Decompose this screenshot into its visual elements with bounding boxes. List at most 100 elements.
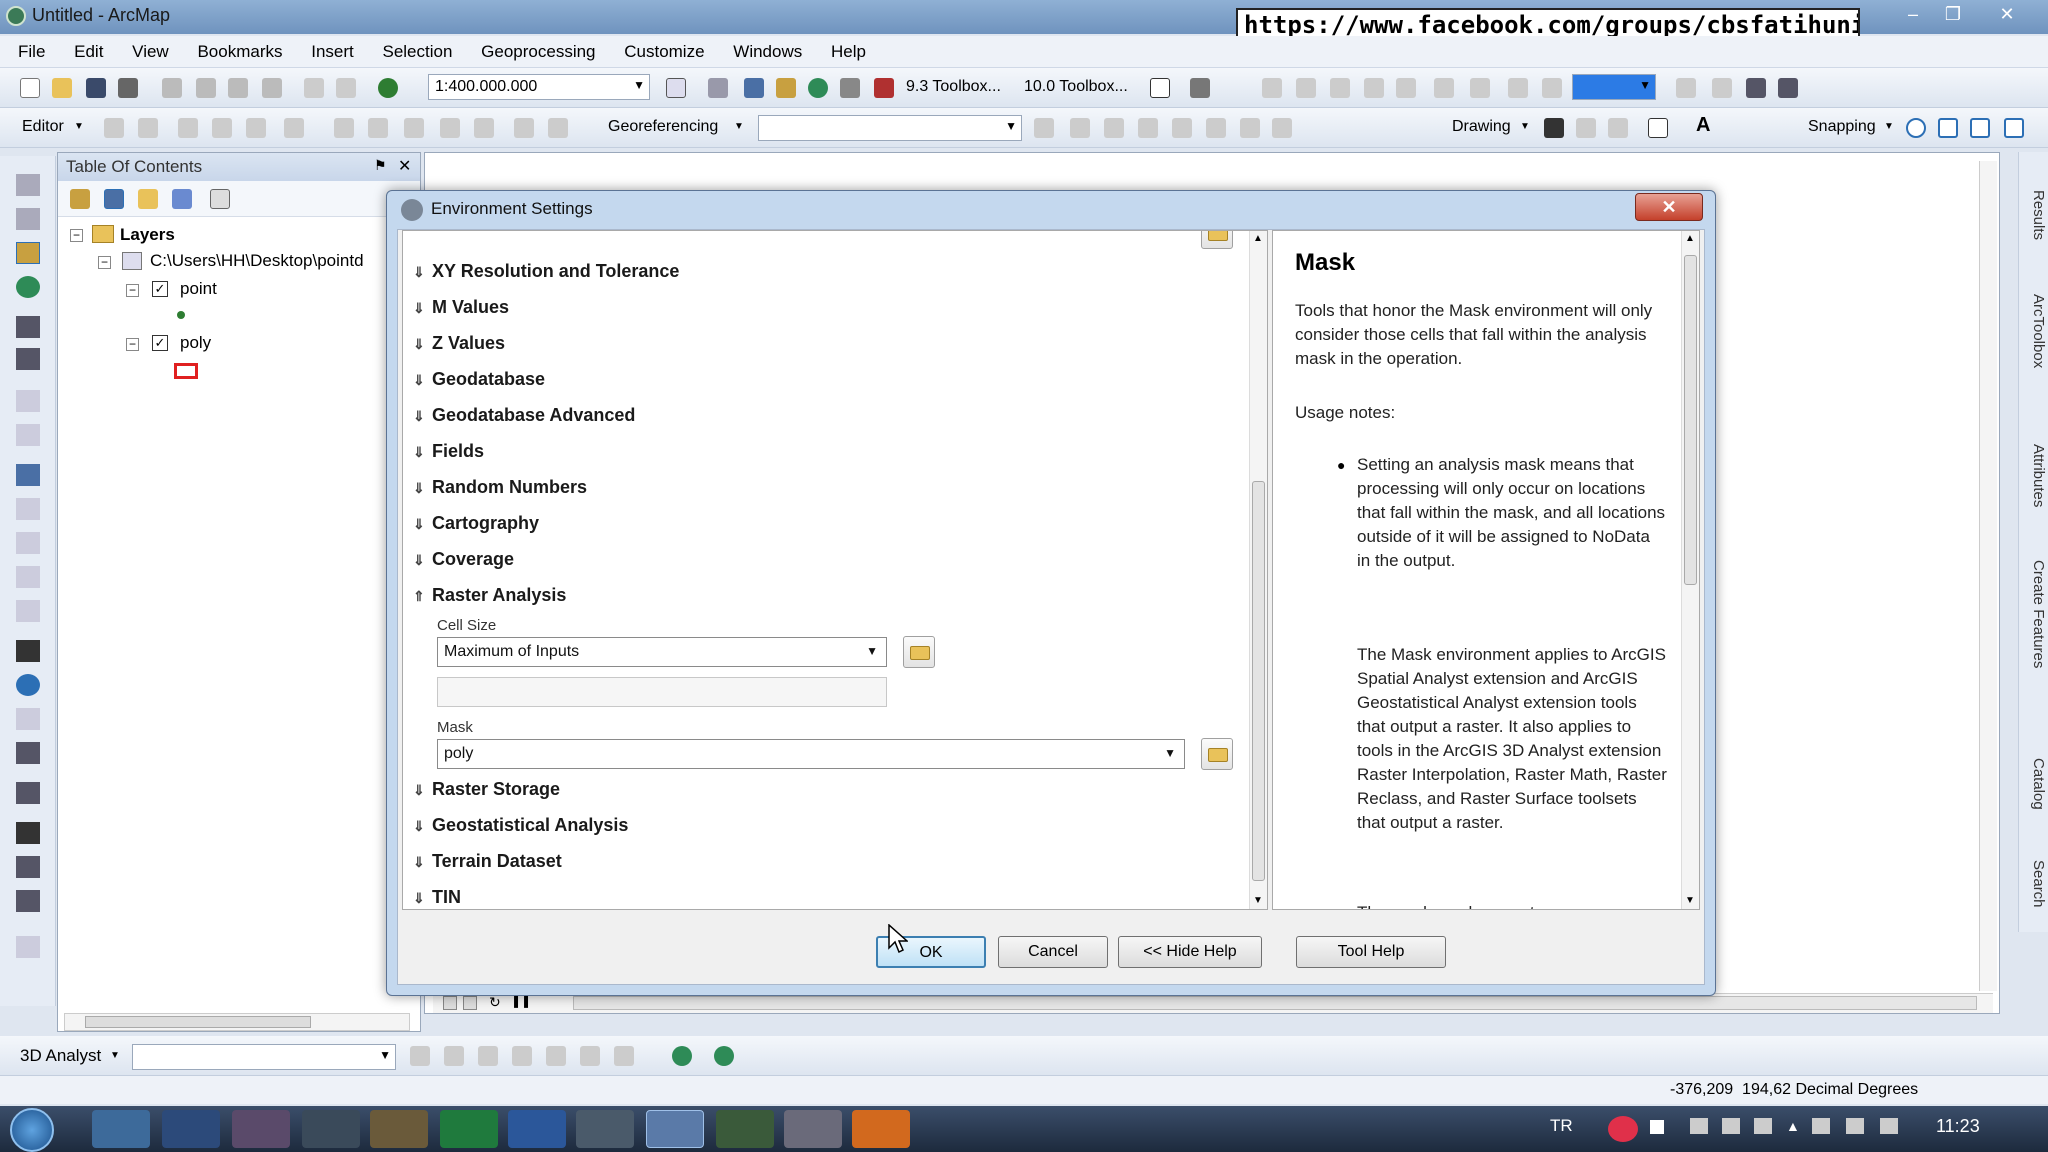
save-icon[interactable] bbox=[86, 78, 106, 98]
menu-edit[interactable]: Edit bbox=[62, 36, 115, 62]
map-icon[interactable] bbox=[1712, 78, 1732, 98]
select-elements-icon[interactable] bbox=[1544, 118, 1564, 138]
section-raster-storage[interactable]: ⇓ Raster Storage bbox=[413, 779, 560, 800]
taskbar-app-icon[interactable] bbox=[232, 1110, 290, 1148]
grid-icon[interactable] bbox=[1434, 78, 1454, 98]
go-to-xy-icon[interactable] bbox=[16, 890, 40, 912]
language-indicator[interactable]: TR bbox=[1550, 1116, 1573, 1136]
contour-icon[interactable] bbox=[410, 1046, 430, 1066]
interpolate-polygon-icon[interactable] bbox=[580, 1046, 600, 1066]
section-geostatistical-analysis[interactable]: ⇓ Geostatistical Analysis bbox=[413, 815, 628, 836]
toolbox-93-button[interactable]: 9.3 Toolbox... bbox=[906, 78, 1001, 96]
trace-icon[interactable] bbox=[246, 118, 266, 138]
tray-icon[interactable] bbox=[1690, 1118, 1708, 1134]
report-icon[interactable] bbox=[1746, 78, 1766, 98]
list-by-selection-icon[interactable] bbox=[172, 189, 192, 209]
arcscene-icon[interactable] bbox=[672, 1046, 692, 1066]
add-data-icon[interactable] bbox=[378, 78, 398, 98]
view-link-table-icon[interactable] bbox=[1272, 118, 1292, 138]
color-picker-combo[interactable]: ▼ bbox=[1572, 74, 1656, 100]
auto-adjust-icon[interactable] bbox=[1138, 118, 1158, 138]
toc-close-icon[interactable]: ✕ bbox=[398, 156, 411, 176]
section-terrain-dataset[interactable]: ⇓ Terrain Dataset bbox=[413, 851, 562, 872]
dialog-close-icon[interactable]: ✕ bbox=[1635, 193, 1703, 221]
scroll-thumb[interactable] bbox=[1684, 255, 1697, 585]
menu-insert[interactable]: Insert bbox=[299, 36, 366, 62]
menu-file[interactable]: File bbox=[0, 36, 57, 62]
point-icon[interactable] bbox=[284, 118, 304, 138]
section-fields[interactable]: ⇓ Fields bbox=[413, 441, 484, 462]
section-raster-analysis[interactable]: ⇑ Raster Analysis bbox=[413, 585, 566, 606]
data-view-icon[interactable] bbox=[1542, 78, 1562, 98]
dock-tab-attributes[interactable]: Attributes bbox=[2021, 412, 2047, 507]
section-coverage[interactable]: ⇓ Coverage bbox=[413, 549, 514, 570]
section-geodatabase[interactable]: ⇓ Geodatabase bbox=[413, 369, 545, 390]
text-tool-icon[interactable]: A bbox=[1696, 114, 1710, 137]
menu-windows[interactable]: Windows bbox=[721, 36, 814, 62]
layer-point[interactable]: point bbox=[180, 279, 217, 299]
menu-help[interactable]: Help bbox=[819, 36, 878, 62]
scroll-down-icon[interactable]: ▼ bbox=[1685, 895, 1695, 906]
cell-size-browse-icon[interactable] bbox=[903, 636, 935, 668]
go-back-icon[interactable] bbox=[16, 390, 40, 412]
menu-customize[interactable]: Customize bbox=[612, 36, 716, 62]
end-snapping-icon[interactable] bbox=[1938, 118, 1958, 138]
toc-options-icon[interactable] bbox=[210, 189, 230, 209]
tray-icon[interactable] bbox=[1754, 1118, 1772, 1134]
taskbar-app-icon[interactable] bbox=[370, 1110, 428, 1148]
volume-icon[interactable] bbox=[1880, 1118, 1898, 1134]
straight-segment-icon[interactable] bbox=[178, 118, 198, 138]
rotate-element-icon[interactable] bbox=[1576, 118, 1596, 138]
show-hidden-icons-icon[interactable]: ▲ bbox=[1786, 1118, 1800, 1134]
zoom-out-icon[interactable] bbox=[16, 208, 40, 230]
poly-symbol-icon[interactable] bbox=[174, 363, 198, 379]
print-preview-icon[interactable] bbox=[1778, 78, 1798, 98]
fixed-zoom-icon[interactable] bbox=[1396, 78, 1416, 98]
zoom-whole-page-icon[interactable] bbox=[1330, 78, 1350, 98]
list-by-drawing-order-icon[interactable] bbox=[70, 189, 90, 209]
drawing-menu[interactable]: Drawing bbox=[1452, 118, 1511, 136]
fixed-zoom-in-icon[interactable] bbox=[16, 316, 40, 338]
select-features-icon[interactable] bbox=[16, 464, 40, 486]
section-m-values[interactable]: ⇓ M Values bbox=[413, 297, 509, 318]
interpolate-line-icon[interactable] bbox=[546, 1046, 566, 1066]
add-control-points-icon[interactable] bbox=[1104, 118, 1124, 138]
select-by-graphics-icon[interactable] bbox=[16, 532, 40, 554]
tray-icon[interactable] bbox=[1722, 1118, 1740, 1134]
section-cartography[interactable]: ⇓ Cartography bbox=[413, 513, 539, 534]
find-icon[interactable] bbox=[16, 822, 40, 844]
rotate-icon[interactable] bbox=[474, 118, 494, 138]
redo-icon[interactable] bbox=[336, 78, 356, 98]
pointer-icon[interactable] bbox=[16, 640, 40, 662]
scroll-thumb[interactable] bbox=[85, 1016, 311, 1028]
split-icon[interactable] bbox=[440, 118, 460, 138]
edit-vertices-icon[interactable] bbox=[334, 118, 354, 138]
mask-browse-icon[interactable] bbox=[1201, 738, 1233, 770]
record-icon[interactable] bbox=[1608, 1116, 1638, 1142]
expander-point[interactable]: − bbox=[126, 284, 139, 297]
cell-size-value-input[interactable] bbox=[437, 677, 887, 707]
copy-icon[interactable] bbox=[196, 78, 216, 98]
scroll-track[interactable] bbox=[573, 996, 1977, 1010]
zoom-out-icon[interactable] bbox=[1296, 78, 1316, 98]
scroll-up-icon[interactable]: ▲ bbox=[1685, 233, 1695, 244]
clear-selection-icon[interactable] bbox=[16, 498, 40, 520]
toc-layers-root[interactable]: Layers bbox=[120, 225, 175, 245]
data-view-icon[interactable] bbox=[443, 996, 457, 1010]
close-icon[interactable]: ✕ bbox=[1990, 2, 2024, 26]
dock-tab-results[interactable]: Results bbox=[2021, 158, 2047, 240]
taskbar-app-icon[interactable] bbox=[162, 1110, 220, 1148]
stop-icon[interactable] bbox=[1650, 1120, 1664, 1134]
toc-data-path[interactable]: C:\Users\HH\Desktop\pointd bbox=[150, 251, 420, 271]
snap-grid-icon[interactable] bbox=[1470, 78, 1490, 98]
select-link-icon[interactable] bbox=[1172, 118, 1192, 138]
menu-view[interactable]: View bbox=[120, 36, 181, 62]
maximize-icon[interactable]: ❐ bbox=[1936, 2, 1970, 26]
cut-polygons-icon[interactable] bbox=[404, 118, 424, 138]
table-of-contents-icon[interactable] bbox=[708, 78, 728, 98]
print-icon[interactable] bbox=[118, 78, 138, 98]
tool-icon[interactable] bbox=[1190, 78, 1210, 98]
point-symbol-icon[interactable] bbox=[177, 311, 185, 319]
dock-tab-catalog[interactable]: Catalog bbox=[2021, 726, 2047, 810]
cancel-button[interactable]: Cancel bbox=[998, 936, 1108, 968]
